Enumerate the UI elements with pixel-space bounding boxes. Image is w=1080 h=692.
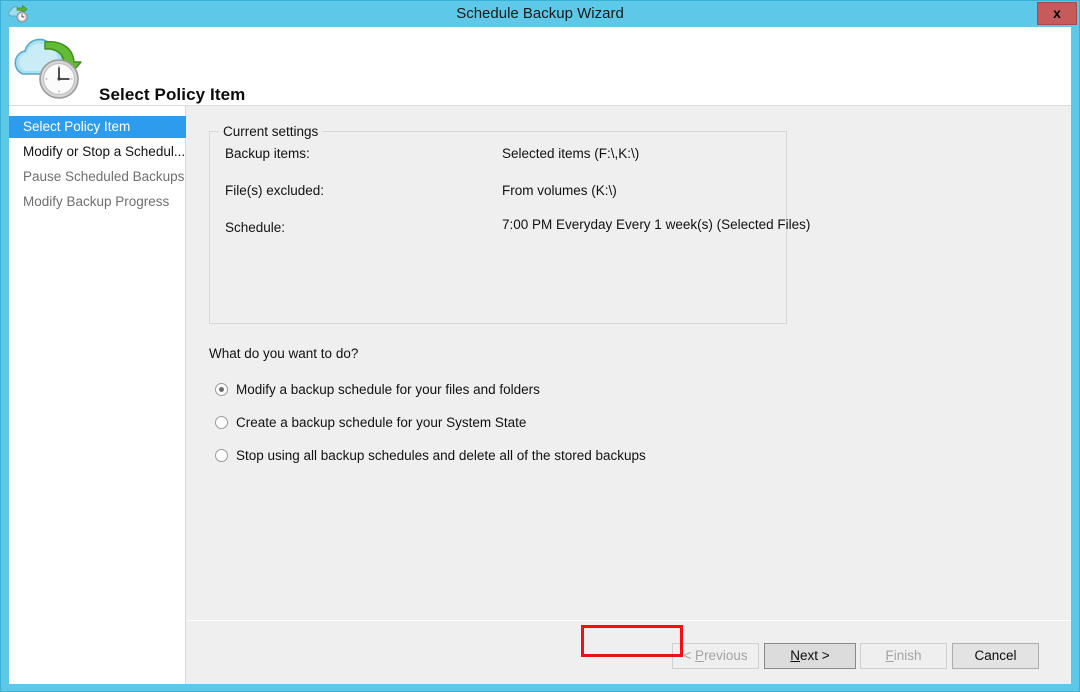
- question-prompt: What do you want to do?: [209, 346, 359, 361]
- window-title: Schedule Backup Wizard: [456, 5, 624, 22]
- radio-indicator[interactable]: [215, 416, 228, 429]
- title-bar: Schedule Backup Wizard x: [1, 1, 1079, 27]
- radio-option-label: Modify a backup schedule for your files …: [236, 382, 540, 397]
- finish-button[interactable]: Finish: [860, 643, 947, 669]
- schedule-backup-wizard-window: Schedule Backup Wizard x Select Policy I…: [0, 0, 1080, 692]
- wizard-content-pane: Current settings Backup items: Selected …: [187, 106, 1071, 684]
- radio-indicator[interactable]: [215, 383, 228, 396]
- sidebar-item-modify-or-stop-a-schedule[interactable]: Modify or Stop a Schedul...: [9, 141, 186, 163]
- sidebar-item-select-policy-item[interactable]: Select Policy Item: [9, 116, 186, 138]
- sidebar-item-label: Modify Backup Progress: [23, 194, 170, 209]
- wizard-body: Select Policy Item Modify or Stop a Sche…: [9, 106, 1071, 684]
- wizard-steps-sidebar: Select Policy Item Modify or Stop a Sche…: [9, 106, 186, 684]
- backup-items-value: Selected items (F:\,K:\): [502, 146, 640, 161]
- schedule-label: Schedule:: [225, 220, 286, 235]
- sidebar-item-pause-scheduled-backups[interactable]: Pause Scheduled Backups: [9, 166, 186, 188]
- radio-indicator[interactable]: [215, 449, 228, 462]
- wizard-header: Select Policy Item: [9, 27, 1071, 106]
- finish-button-label: Finish: [885, 648, 922, 663]
- cloud-backup-clock-icon: [11, 30, 89, 102]
- wizard-footer: < Previous Next > Finish Cancel: [187, 621, 1071, 684]
- next-button-label: Next >: [790, 648, 830, 663]
- sidebar-item-label: Modify or Stop a Schedul...: [23, 144, 186, 159]
- next-button[interactable]: Next >: [764, 643, 856, 669]
- sidebar-item-modify-backup-progress[interactable]: Modify Backup Progress: [9, 191, 186, 213]
- files-excluded-label: File(s) excluded:: [225, 183, 325, 198]
- close-button[interactable]: x: [1037, 2, 1077, 25]
- previous-button-label: < Previous: [683, 648, 748, 663]
- files-excluded-value: From volumes (K:\): [502, 183, 617, 198]
- current-settings-legend: Current settings: [219, 124, 323, 139]
- previous-button[interactable]: < Previous: [672, 643, 759, 669]
- sidebar-item-label: Select Policy Item: [23, 119, 131, 134]
- sidebar-item-label: Pause Scheduled Backups: [23, 169, 185, 184]
- radio-option-label: Stop using all backup schedules and dele…: [236, 448, 646, 463]
- cancel-button[interactable]: Cancel: [952, 643, 1039, 669]
- backup-items-label: Backup items:: [225, 146, 310, 161]
- radio-option-label: Create a backup schedule for your System…: [236, 415, 527, 430]
- schedule-value: 7:00 PM Everyday Every 1 week(s) (Select…: [502, 217, 811, 232]
- page-title: Select Policy Item: [99, 85, 246, 104]
